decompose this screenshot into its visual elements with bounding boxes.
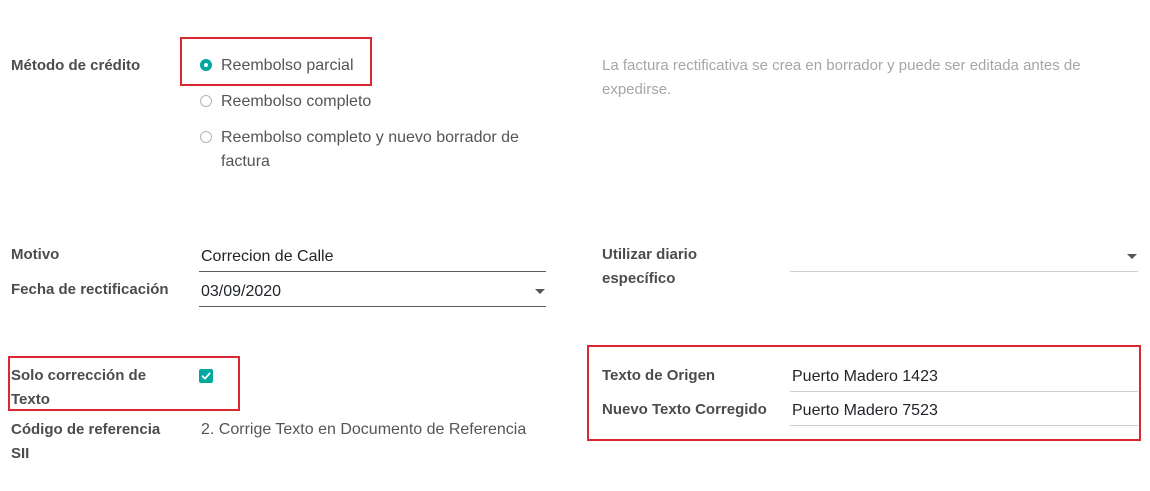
label-line: específico	[602, 270, 676, 287]
reason-value: Correcion de Calle	[201, 248, 334, 265]
label-line: Solo corrección de	[11, 367, 147, 384]
label-line: Utilizar diario	[602, 246, 698, 263]
radio-label: Reembolso completo y nuevo borrador de f…	[221, 126, 519, 174]
journal-select[interactable]	[790, 243, 1138, 272]
chevron-down-icon[interactable]	[535, 289, 545, 294]
radio-partial-refund[interactable]: Reembolso parcial	[200, 54, 354, 78]
reason-label: Motivo	[11, 246, 60, 263]
help-line: expedirse.	[602, 81, 672, 98]
highlight-box-text-fields	[587, 345, 1141, 441]
radio-full-refund-new-draft[interactable]: Reembolso completo y nuevo borrador de f…	[200, 126, 519, 174]
corrected-text-input[interactable]: Puerto Madero 7523	[790, 397, 1138, 426]
sii-reference-value: 2. Corrige Texto en Documento de Referen…	[201, 421, 527, 438]
radio-unchecked-icon[interactable]	[200, 131, 212, 143]
credit-method-help: La factura rectificativa se crea en borr…	[602, 54, 1081, 102]
help-line: La factura rectificativa se crea en borr…	[602, 57, 1081, 74]
credit-method-label: Método de crédito	[11, 57, 141, 74]
origin-text-label: Texto de Origen	[602, 367, 716, 384]
origin-text-input[interactable]: Puerto Madero 1423	[790, 363, 1138, 392]
radio-label-line: factura	[221, 153, 270, 170]
corrected-text-label: Nuevo Texto Corregido	[602, 401, 767, 418]
radio-label: Reembolso completo	[221, 93, 372, 110]
radio-label: Reembolso parcial	[221, 57, 354, 74]
chevron-down-icon[interactable]	[1127, 254, 1137, 259]
label-line: SII	[11, 445, 30, 462]
label-line: Texto	[11, 391, 50, 408]
reason-input[interactable]: Correcion de Calle	[199, 243, 546, 272]
rectification-date-input[interactable]: 03/09/2020	[199, 278, 546, 307]
checkmark-icon	[201, 372, 211, 380]
text-correction-checkbox[interactable]	[199, 369, 213, 383]
journal-label: Utilizar diario específico	[602, 243, 697, 291]
radio-label-line: Reembolso completo y nuevo borrador de	[221, 129, 519, 146]
label-line: Código de referencia	[11, 421, 161, 438]
rectification-date-label: Fecha de rectificación	[11, 281, 169, 298]
radio-checked-icon[interactable]	[200, 59, 212, 71]
corrected-text-value: Puerto Madero 7523	[792, 402, 938, 419]
radio-unchecked-icon[interactable]	[200, 95, 212, 107]
origin-text-value: Puerto Madero 1423	[792, 368, 938, 385]
text-correction-label: Solo corrección de Texto	[11, 364, 146, 412]
rectification-date-value: 03/09/2020	[201, 283, 282, 300]
radio-full-refund[interactable]: Reembolso completo	[200, 90, 371, 114]
sii-reference-label: Código de referencia SII	[11, 418, 160, 466]
